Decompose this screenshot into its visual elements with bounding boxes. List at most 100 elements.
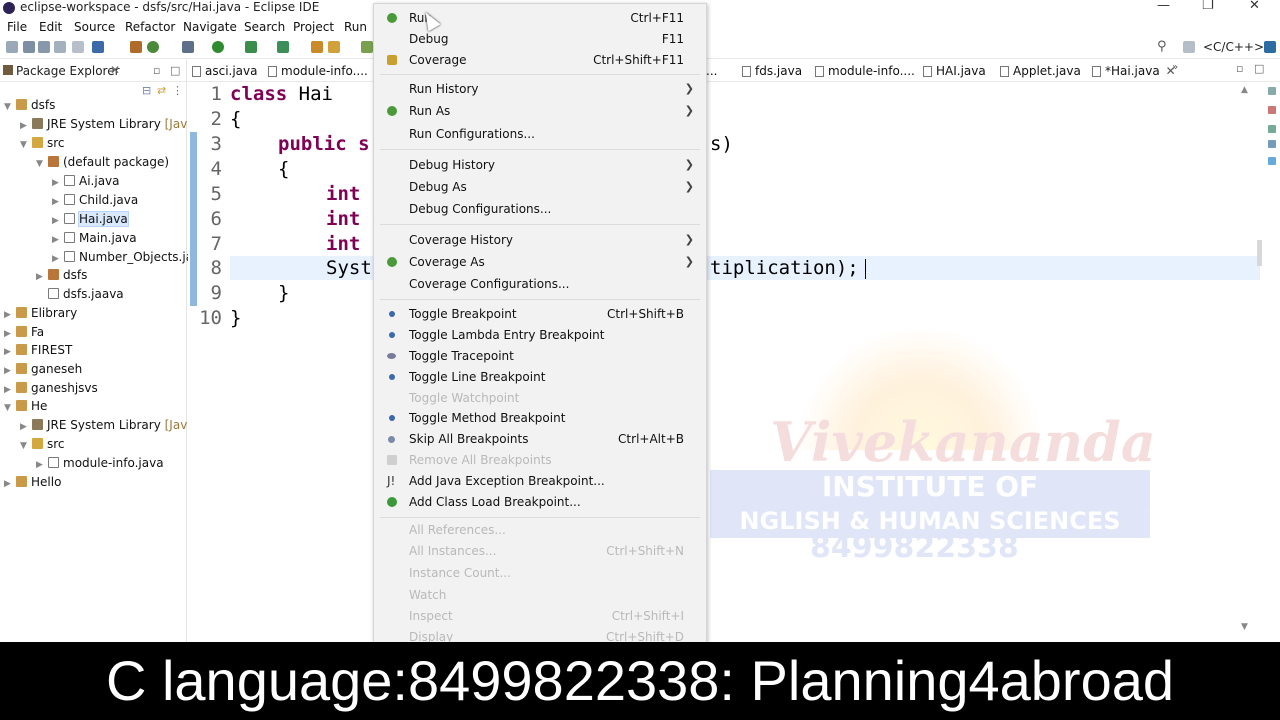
overview-icon[interactable] bbox=[1268, 140, 1276, 148]
tab-hai-upper-java[interactable]: HAI.java bbox=[923, 64, 986, 78]
expand-arrow-icon[interactable]: ▼ bbox=[36, 155, 48, 173]
scroll-up-icon[interactable]: ▲ bbox=[1241, 85, 1248, 95]
menu-source[interactable]: Source bbox=[74, 20, 115, 34]
perspective-label[interactable]: <C/C++> bbox=[1203, 40, 1264, 54]
search-icon[interactable]: ⚲ bbox=[1157, 39, 1167, 54]
print-icon[interactable] bbox=[54, 41, 66, 53]
tree-src-folder[interactable]: ▼ src bbox=[20, 134, 65, 152]
menu-item-toggle-tracepoint[interactable]: Toggle Tracepoint bbox=[374, 346, 706, 366]
debug-icon[interactable] bbox=[182, 41, 194, 53]
new-icon[interactable] bbox=[6, 41, 18, 53]
run-green-icon[interactable] bbox=[212, 41, 224, 53]
expand-arrow-icon[interactable]: ▶ bbox=[20, 418, 32, 436]
tree-file[interactable]: ▶ Main.java bbox=[52, 229, 137, 247]
tree-project[interactable]: ▶ Hello bbox=[4, 473, 61, 491]
open-perspective-icon[interactable] bbox=[1183, 41, 1195, 53]
minimize-view-icon[interactable]: ▫ bbox=[153, 64, 160, 77]
save-all-icon[interactable] bbox=[38, 41, 50, 53]
expand-arrow-icon[interactable]: ▶ bbox=[52, 212, 64, 230]
external-tools-icon[interactable] bbox=[277, 41, 289, 53]
menu-item-debug-as[interactable]: Debug As ❯ bbox=[374, 177, 706, 197]
menu-item-run-configurations[interactable]: Run Configurations... bbox=[374, 124, 706, 144]
expand-arrow-icon[interactable]: ▶ bbox=[4, 306, 16, 324]
menu-item-coverage-configurations[interactable]: Coverage Configurations... bbox=[374, 274, 706, 294]
scroll-down-icon[interactable]: ▼ bbox=[1241, 622, 1248, 632]
run-icon[interactable] bbox=[147, 41, 159, 53]
menu-item-toggle-method-breakpoint[interactable]: Toggle Method Breakpoint bbox=[374, 408, 706, 428]
tree-project[interactable]: ▶ ganeshjsvs bbox=[4, 379, 98, 397]
menu-item-coverage[interactable]: Coverage Ctrl+Shift+F11 bbox=[374, 50, 706, 70]
view-menu-icon[interactable]: ⋮ bbox=[172, 84, 183, 97]
menu-item-add-exception-breakpoint[interactable]: J! Add Java Exception Breakpoint... bbox=[374, 471, 706, 491]
menu-item-add-class-load-breakpoint[interactable]: Add Class Load Breakpoint... bbox=[374, 492, 706, 512]
tree-project[interactable]: ▶ ganeseh bbox=[4, 360, 82, 378]
open-type-icon[interactable] bbox=[328, 41, 340, 53]
expand-arrow-icon[interactable]: ▼ bbox=[20, 437, 32, 455]
menu-file[interactable]: File bbox=[7, 20, 27, 34]
link-editor-icon[interactable]: ⇄ bbox=[157, 84, 166, 97]
tab-hai-java-active[interactable]: *Hai.java ✕ bbox=[1092, 64, 1176, 78]
collapse-all-icon[interactable]: ⊟ bbox=[142, 84, 151, 97]
tree-file[interactable]: ▶ Number_Objects.jav bbox=[52, 248, 200, 266]
expand-arrow-icon[interactable]: ▶ bbox=[52, 231, 64, 249]
menu-refactor[interactable]: Refactor bbox=[125, 20, 175, 34]
menu-item-debug[interactable]: Debug F11 bbox=[374, 29, 706, 49]
toolbar-icon[interactable] bbox=[72, 41, 84, 53]
tab-module-info[interactable]: module-info.... bbox=[268, 64, 368, 78]
overview-icon[interactable] bbox=[1268, 157, 1276, 165]
minimize-editor-icon[interactable]: ▫ bbox=[1236, 62, 1243, 75]
overview-icon[interactable] bbox=[1268, 87, 1276, 95]
tree-library[interactable]: ▶JRE System Library [JavaSE bbox=[20, 115, 210, 133]
build-icon[interactable] bbox=[130, 41, 142, 53]
expand-arrow-icon[interactable]: ▶ bbox=[36, 456, 48, 474]
more-tabs-icon[interactable]: » bbox=[1172, 62, 1178, 73]
menu-item-coverage-as[interactable]: Coverage As ❯ bbox=[374, 252, 706, 272]
menu-search[interactable]: Search bbox=[244, 20, 285, 34]
coverage-icon[interactable] bbox=[245, 41, 257, 53]
menu-item-coverage-history[interactable]: Coverage History ❯ bbox=[374, 230, 706, 250]
menu-run[interactable]: Run bbox=[344, 20, 367, 34]
overview-icon[interactable] bbox=[1268, 106, 1276, 114]
expand-arrow-icon[interactable]: ▶ bbox=[52, 174, 64, 192]
overview-icon[interactable] bbox=[1268, 125, 1276, 133]
tree-src-folder[interactable]: ▼ src bbox=[20, 435, 65, 453]
menu-item-run-as[interactable]: Run As ❯ bbox=[374, 101, 706, 121]
expand-arrow-icon[interactable]: ▼ bbox=[20, 136, 32, 154]
new-java-package-icon[interactable] bbox=[311, 41, 323, 53]
save-icon[interactable] bbox=[23, 41, 35, 53]
terminal-icon[interactable] bbox=[92, 41, 104, 53]
expand-arrow-icon[interactable]: ▼ bbox=[4, 399, 16, 417]
tree-file-selected[interactable]: ▶ Hai.java bbox=[52, 210, 129, 230]
menu-project[interactable]: Project bbox=[293, 20, 334, 34]
maximize-view-icon[interactable]: □ bbox=[170, 64, 180, 77]
tree-file[interactable]: ▶ module-info.java bbox=[36, 454, 164, 472]
menu-item-skip-all-breakpoints[interactable]: Skip All Breakpoints Ctrl+Alt+B bbox=[374, 429, 706, 449]
tab-module-info-2[interactable]: module-info.... bbox=[815, 64, 915, 78]
tree-project[interactable]: ▶ Fa bbox=[4, 323, 44, 341]
menu-item-run-history[interactable]: Run History ❯ bbox=[374, 79, 706, 99]
expand-arrow-icon[interactable]: ▶ bbox=[36, 268, 48, 286]
tab-asci-java[interactable]: asci.java bbox=[192, 64, 258, 78]
menu-item-toggle-breakpoint[interactable]: Toggle Breakpoint Ctrl+Shift+B bbox=[374, 304, 706, 324]
expand-arrow-icon[interactable]: ▶ bbox=[4, 343, 16, 361]
tree-project[interactable]: ▼ dsfs bbox=[4, 96, 55, 114]
vertical-scrollbar-thumb[interactable] bbox=[1257, 240, 1262, 266]
close-view-icon[interactable]: ✕ bbox=[110, 63, 120, 77]
tree-package[interactable]: ▼ (default package) bbox=[36, 153, 169, 171]
expand-arrow-icon[interactable]: ▼ bbox=[4, 98, 16, 116]
java-perspective-icon[interactable] bbox=[1264, 41, 1276, 53]
menu-navigate[interactable]: Navigate bbox=[183, 20, 237, 34]
tab-hidden[interactable]: ... bbox=[706, 64, 717, 78]
tree-project[interactable]: ▼ He bbox=[4, 397, 47, 415]
minimize-icon[interactable]: — bbox=[1157, 0, 1170, 13]
close-window-icon[interactable]: ✕ bbox=[1249, 0, 1260, 13]
menu-item-toggle-lambda-breakpoint[interactable]: Toggle Lambda Entry Breakpoint bbox=[374, 325, 706, 345]
tab-fds-java[interactable]: fds.java bbox=[742, 64, 802, 78]
tree-package[interactable]: ▶ dsfs bbox=[36, 266, 87, 284]
expand-arrow-icon[interactable]: ▶ bbox=[52, 193, 64, 211]
restore-icon[interactable]: ❐ bbox=[1202, 0, 1214, 13]
menu-item-debug-history[interactable]: Debug History ❯ bbox=[374, 155, 706, 175]
tab-applet-java[interactable]: Applet.java bbox=[1000, 64, 1081, 78]
tree-file[interactable]: dsfs.jaava bbox=[36, 285, 124, 303]
menu-item-debug-configurations[interactable]: Debug Configurations... bbox=[374, 199, 706, 219]
